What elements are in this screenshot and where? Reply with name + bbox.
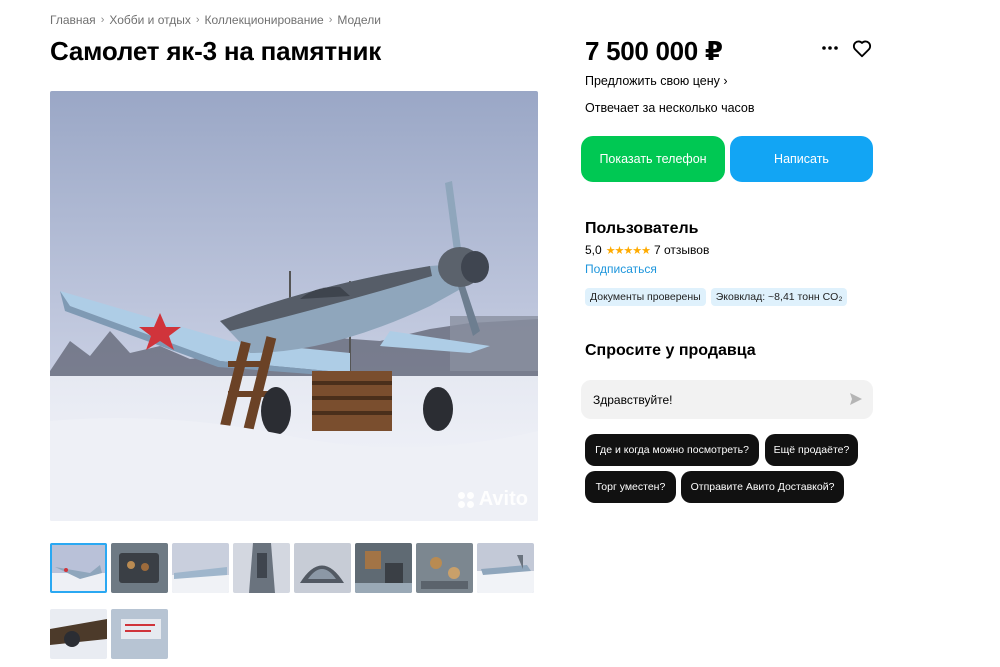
message-input[interactable]: Здравствуйте!: [581, 380, 873, 419]
offer-price-link[interactable]: Предложить свою цену ›: [585, 74, 728, 88]
thumbnail-9[interactable]: [50, 609, 107, 659]
thumbnail-4[interactable]: [233, 543, 290, 593]
thumbnail-5[interactable]: [294, 543, 351, 593]
breadcrumb-item-collecting[interactable]: Коллекционирование: [205, 13, 324, 27]
subscribe-link[interactable]: Подписаться: [585, 262, 657, 276]
thumbnail-7[interactable]: [416, 543, 473, 593]
eco-contribution-badge[interactable]: Эковклад: ~8,41 тонн CO₂: [710, 288, 848, 306]
photo-thumbnails: [50, 543, 540, 659]
star-rating-icon: ★★★★★: [605, 244, 651, 257]
reviews-link[interactable]: 7 отзывов: [654, 243, 709, 257]
thumbnail-6[interactable]: [355, 543, 412, 593]
show-phone-button[interactable]: Показать телефон: [581, 136, 725, 182]
breadcrumb-item-models[interactable]: Модели: [337, 13, 381, 27]
breadcrumb-item-hobby[interactable]: Хобби и отдых: [109, 13, 191, 27]
response-time: Отвечает за несколько часов: [585, 101, 755, 115]
breadcrumb-item-home[interactable]: Главная: [50, 13, 96, 27]
price: 7 500 000 ₽: [585, 36, 723, 66]
breadcrumb: Главная › Хобби и отдых › Коллекциониров…: [50, 13, 381, 27]
write-message-button[interactable]: Написать: [730, 136, 873, 182]
thumbnail-8[interactable]: [477, 543, 534, 593]
thumbnail-3[interactable]: [172, 543, 229, 593]
page-title: Самолет як-3 на памятник: [50, 36, 382, 66]
avito-watermark-logo: Avito: [457, 488, 528, 511]
message-text: Здравствуйте!: [593, 392, 673, 407]
send-icon[interactable]: [849, 392, 863, 406]
documents-verified-badge[interactable]: Документы проверены: [585, 288, 706, 306]
rating-value: 5,0: [585, 243, 602, 257]
seller-badges: Документы проверены Эковклад: ~8,41 тонн…: [585, 288, 848, 306]
chevron-right-icon: ›: [195, 14, 200, 26]
avito-logo-icon: [457, 491, 476, 508]
more-dots-icon[interactable]: [820, 38, 840, 58]
seller-name[interactable]: Пользователь: [585, 220, 698, 238]
airplane-photo-image: [50, 91, 538, 521]
chevron-right-icon: ›: [328, 14, 333, 26]
thumbnail-2[interactable]: [111, 543, 168, 593]
chevron-right-icon: ›: [100, 14, 105, 26]
main-photo[interactable]: Avito: [50, 91, 538, 521]
heart-icon[interactable]: [851, 37, 873, 59]
quick-question-chip[interactable]: Где и когда можно посмотреть?: [585, 434, 759, 466]
watermark-text: Avito: [478, 488, 528, 510]
quick-question-chip[interactable]: Отправите Авито Доставкой?: [681, 471, 844, 503]
thumbnail-1[interactable]: [50, 543, 107, 593]
thumbnail-10[interactable]: [111, 609, 168, 659]
quick-question-chip[interactable]: Ещё продаёте?: [765, 434, 858, 466]
seller-rating: 5,0 ★★★★★ 7 отзывов: [585, 243, 709, 257]
quick-question-chip[interactable]: Торг уместен?: [585, 471, 676, 503]
ask-seller-title: Спросите у продавца: [585, 342, 756, 359]
